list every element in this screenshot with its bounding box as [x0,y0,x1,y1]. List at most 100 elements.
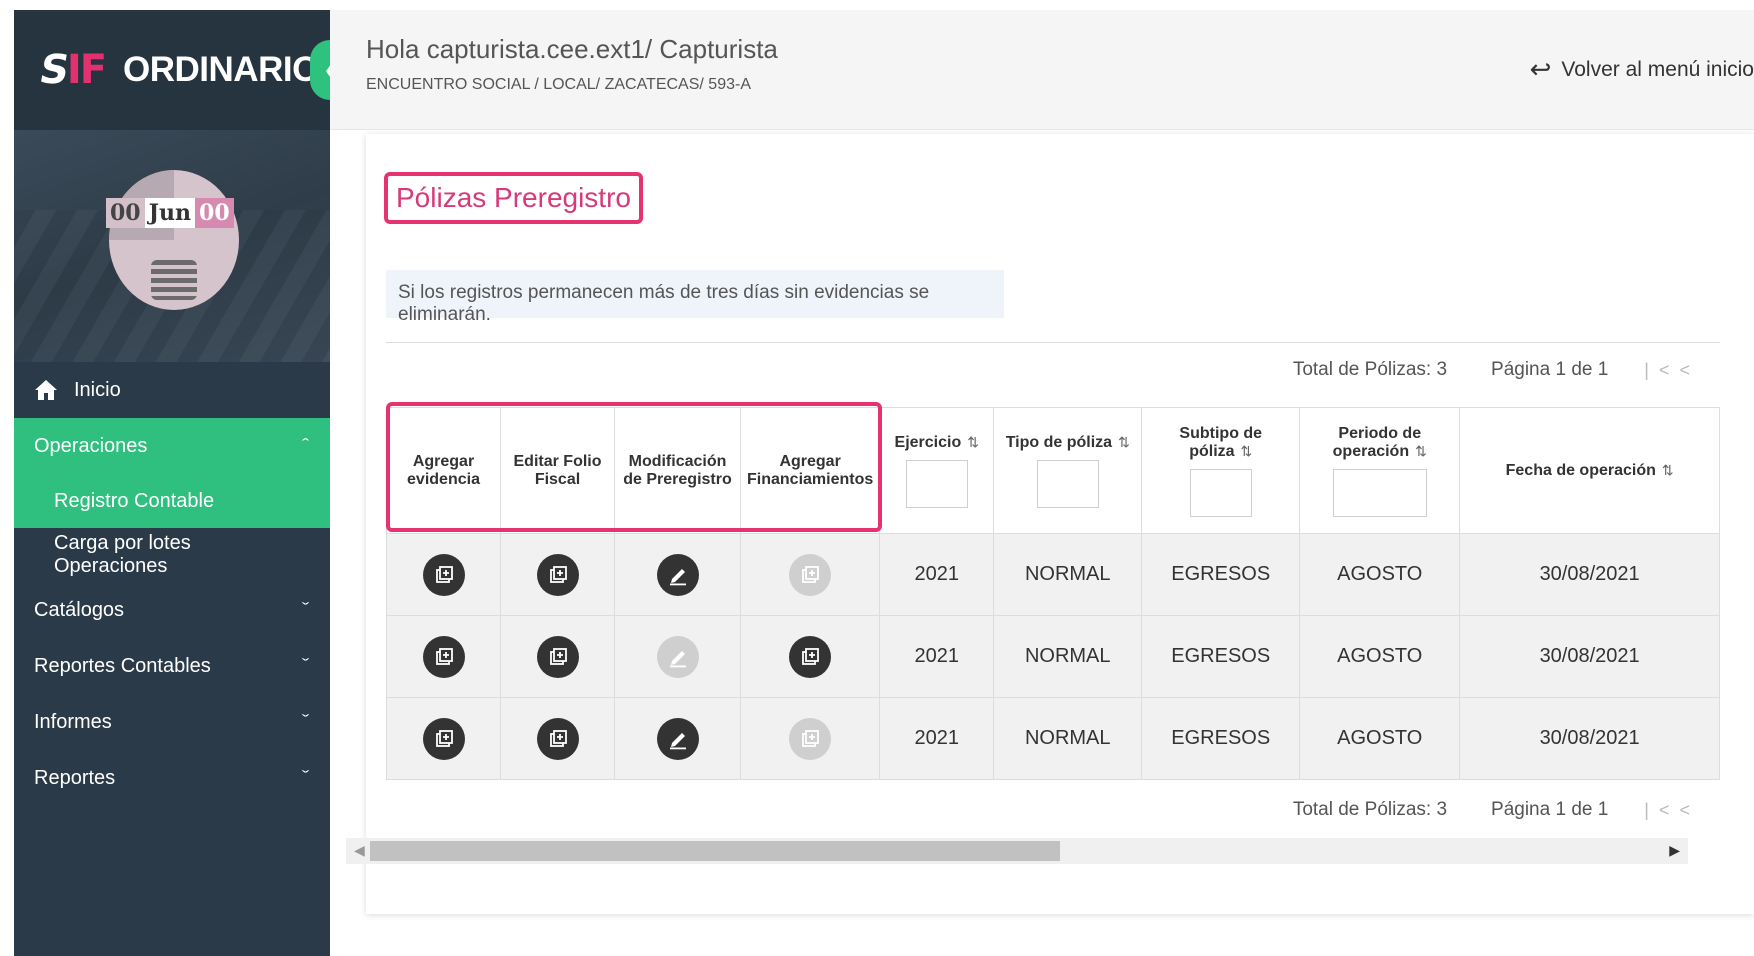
sif-logo: S IF [36,47,107,93]
user-context: ENCUENTRO SOCIAL / LOCAL/ ZACATECAS/ 593… [366,76,751,93]
polizas-table-wrapper: Total de Pólizas: 3 Página 1 de 1 |<< Ag… [386,342,1720,882]
cell-agregar-evidencia [386,697,501,780]
add-document-icon [548,647,568,667]
add-document-icon [434,647,454,667]
cell-modificacion [614,697,741,780]
agregar-evidencia-button[interactable] [422,717,465,760]
agregar-financiamientos-button[interactable] [789,635,832,678]
sort-icon[interactable]: ⇅ [967,434,979,450]
agregar-evidencia-button[interactable] [422,553,465,596]
horizontal-scrollbar[interactable]: ◀ ▶ [346,838,1688,864]
editar-folio-button[interactable] [536,717,579,760]
cell-fecha: 30/08/2021 [1459,697,1720,780]
editar-folio-button[interactable] [536,635,579,678]
cell-agregar-evidencia [386,615,501,698]
col-agregar-evidencia: Agregar evidencia [386,407,501,534]
cell-modificacion [614,533,741,616]
brand-header: SIF ORDINARIO ‹ [14,10,350,130]
subtipo-poliza-filter-input[interactable] [1189,468,1252,517]
pager-nav[interactable]: |<< [1644,800,1700,821]
cell-fecha: 30/08/2021 [1459,615,1720,698]
ejercicio-filter-input[interactable] [905,459,968,508]
col-label: Tipo de póliza [1005,433,1113,451]
table-body: 2021 NORMAL EGRESOS AGOSTO 30/08/2021 2021 NOR… [386,533,1720,780]
scroll-right-icon[interactable]: ▶ [1669,842,1680,859]
cell-ejercicio: 2021 [879,697,995,780]
sidebar-item-inicio[interactable]: Inicio [14,362,330,418]
cell-agregar-financiamientos [739,697,881,780]
col-modificacion: Modificación de Preregistro [614,407,741,534]
col-label: Fecha de operación [1505,461,1656,479]
sidebar-item-label: Informes [34,710,112,733]
sidebar-item-catalogos[interactable]: Catálogos ˇ [14,582,330,638]
table-row: 2021 NORMAL EGRESOS AGOSTO 30/08/2021 [386,533,1720,616]
periodo-filter-input[interactable] [1332,468,1427,517]
content-card: Pólizas Preregistro Si los registros per… [366,134,1754,914]
sort-icon[interactable]: ⇅ [1241,443,1253,459]
sidebar-item-label: Operaciones [34,434,148,457]
agregar-financiamientos-button[interactable] [789,553,832,596]
chevron-up-icon: ˆ [301,437,310,454]
scroll-left-icon[interactable]: ◀ [354,842,365,859]
chevron-down-icon: ˇ [301,657,310,674]
cell-tipo-poliza: NORMAL [993,697,1143,780]
sidebar-item-informes[interactable]: Informes ˇ [14,694,330,750]
pager-nav[interactable]: |<< [1644,360,1700,381]
main-content: Pólizas Preregistro Si los registros per… [346,134,1754,914]
sidebar-item-label: Catálogos [34,598,125,621]
page-title: Pólizas Preregistro [384,172,643,224]
sidebar-item-operaciones[interactable]: Operaciones ˆ [14,418,330,474]
modificar-preregistro-button[interactable] [656,717,699,760]
cell-periodo: AGOSTO [1299,615,1461,698]
sidebar-item-carga-lotes[interactable]: Carga por lotes Operaciones [14,528,330,582]
add-document-icon [434,565,454,585]
first-page-icon[interactable]: |< [1644,360,1679,380]
scrollbar-thumb[interactable] [370,841,1060,861]
add-document-icon [800,565,820,585]
prev-page-icon[interactable]: < [1679,360,1700,380]
agregar-evidencia-button[interactable] [422,635,465,678]
cell-subtipo-poliza: EGRESOS [1141,533,1301,616]
sort-icon[interactable]: ⇅ [1118,434,1130,450]
sort-icon[interactable]: ⇅ [1415,443,1427,459]
home-icon [34,379,58,401]
back-to-menu-link[interactable]: ↩ Volver al menú inicio [1530,54,1754,85]
cell-periodo: AGOSTO [1299,697,1461,780]
operaciones-submenu: Registro Contable [14,474,330,528]
col-ejercicio: Ejercicio ⇅ [879,407,995,534]
cell-editar-folio [500,533,615,616]
modificar-preregistro-button[interactable] [656,635,699,678]
agregar-financiamientos-button[interactable] [789,717,832,760]
table-row: 2021 NORMAL EGRESOS AGOSTO 30/08/2021 [386,697,1720,780]
sidebar-item-label: Carga por lotes Operaciones [54,532,191,577]
avatar [109,170,239,310]
cell-ejercicio: 2021 [879,615,995,698]
profile-area: 00 Jun 00 [14,130,330,362]
brand-title: ORDINARIO [123,50,319,89]
col-label: Modificación de Preregistro [623,452,732,488]
operaciones-submenu-lower: Carga por lotes Operaciones [14,528,330,582]
col-label: Agregar Financiamientos [747,452,874,488]
pager-top: Total de Pólizas: 3 Página 1 de 1 |<< [1293,359,1700,381]
add-document-icon [434,729,454,749]
editar-folio-button[interactable] [536,553,579,596]
prev-page-icon[interactable]: < [1679,800,1700,820]
sidebar-item-reportes[interactable]: Reportes ˇ [14,750,330,806]
cell-tipo-poliza: NORMAL [993,615,1143,698]
sidebar-menu: Inicio Operaciones ˆ Registro Contable C… [14,362,330,806]
cell-subtipo-poliza: EGRESOS [1141,697,1301,780]
cell-ejercicio: 2021 [879,533,995,616]
edit-icon [667,564,689,586]
sidebar-item-registro-contable[interactable]: Registro Contable [14,474,330,528]
cell-periodo: AGOSTO [1299,533,1461,616]
total-polizas: Total de Pólizas: 3 [1292,359,1448,380]
tipo-poliza-filter-input[interactable] [1036,459,1099,508]
modificar-preregistro-button[interactable] [656,553,699,596]
sort-icon[interactable]: ⇅ [1662,462,1674,478]
first-page-icon[interactable]: |< [1644,800,1679,820]
avatar-month: Jun [144,198,196,228]
chevron-down-icon: ˇ [301,713,310,730]
col-subtipo-poliza: Subtipo de póliza ⇅ [1141,407,1301,534]
sidebar-item-reportes-contables[interactable]: Reportes Contables ˇ [14,638,330,694]
add-document-icon [800,729,820,749]
